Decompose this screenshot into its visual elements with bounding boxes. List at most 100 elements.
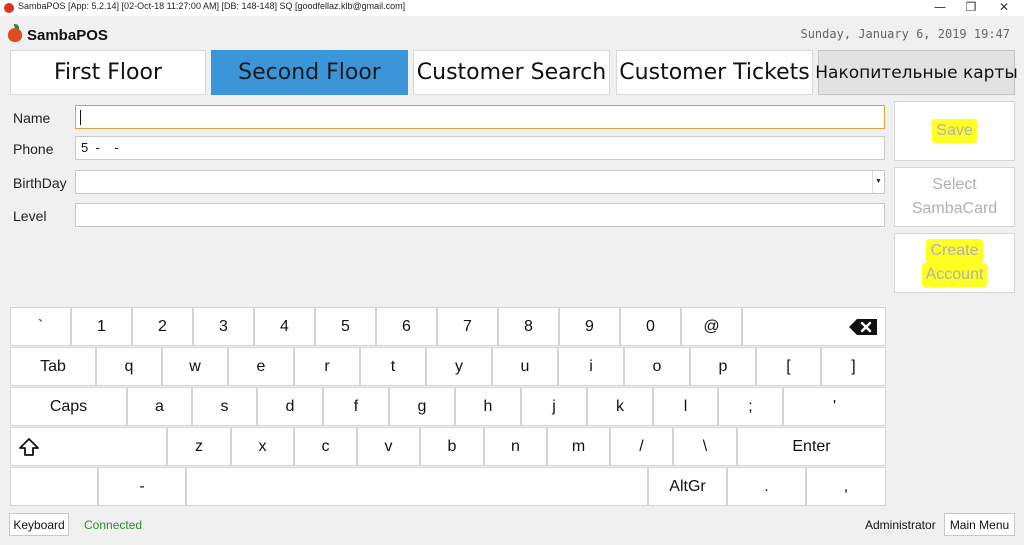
key-t[interactable]: t [360, 347, 426, 386]
name-label: Name [13, 110, 51, 126]
key-altgr[interactable]: AltGr [648, 467, 727, 506]
level-label: Level [13, 208, 47, 224]
keyboard-button[interactable]: Keyboard [9, 513, 69, 536]
key-i[interactable]: i [558, 347, 624, 386]
select-sambacard-line2: SambaCard [911, 200, 998, 217]
key-n[interactable]: n [484, 427, 547, 466]
key-backtick[interactable]: ` [10, 307, 71, 346]
key-j[interactable]: j [521, 387, 587, 426]
connection-status: Connected [84, 518, 143, 532]
dropdown-arrow-icon[interactable]: ▼ [872, 171, 884, 193]
tab-first-floor[interactable]: First Floor [10, 50, 206, 95]
window-titlebar: SambaPOS [App: 5.2.14] [02-Oct-18 11:27:… [0, 0, 1024, 16]
key-at[interactable]: @ [681, 307, 742, 346]
key-backslash[interactable]: \ [673, 427, 737, 466]
key-hyphen[interactable]: - [98, 467, 186, 506]
key-caps[interactable]: Caps [10, 387, 127, 426]
key-c[interactable]: c [294, 427, 357, 466]
tab-second-floor[interactable]: Second Floor [211, 50, 408, 95]
key-v[interactable]: v [357, 427, 420, 466]
key-6[interactable]: 6 [376, 307, 437, 346]
key-4[interactable]: 4 [254, 307, 315, 346]
key-r[interactable]: r [294, 347, 360, 386]
key-right-bracket[interactable]: ] [821, 347, 886, 386]
key-7[interactable]: 7 [437, 307, 498, 346]
key-apostrophe[interactable]: ' [783, 387, 886, 426]
phone-input[interactable]: 5 - - [75, 136, 885, 160]
key-d[interactable]: d [257, 387, 323, 426]
level-input[interactable] [75, 203, 885, 227]
tab-customer-search[interactable]: Customer Search [413, 50, 610, 95]
key-q[interactable]: q [96, 347, 162, 386]
key-slash[interactable]: / [610, 427, 673, 466]
sambapos-logo: SambaPOS [8, 24, 108, 45]
key-x[interactable]: x [231, 427, 294, 466]
key-space[interactable] [186, 467, 648, 506]
key-comma[interactable]: , [806, 467, 886, 506]
key-2[interactable]: 2 [132, 307, 193, 346]
birthday-label: BirthDay [13, 175, 67, 191]
key-p[interactable]: p [690, 347, 756, 386]
key-g[interactable]: g [389, 387, 455, 426]
key-y[interactable]: y [426, 347, 492, 386]
key-s[interactable]: s [192, 387, 257, 426]
key-h[interactable]: h [455, 387, 521, 426]
key-k[interactable]: k [587, 387, 653, 426]
tab-loyalty-cards[interactable]: Накопительные карты [815, 50, 1018, 95]
apple-logo-icon [8, 24, 22, 42]
logo-text: SambaPOS [27, 26, 108, 44]
text-caret [80, 110, 81, 125]
key-enter[interactable]: Enter [737, 427, 886, 466]
keyboard-row-3: Caps a s d f g h j k l ; ' [10, 387, 886, 426]
key-tab[interactable]: Tab [10, 347, 96, 386]
key-a[interactable]: a [127, 387, 192, 426]
keyboard-row-2: Tab q w e r t y u i o p [ ] [10, 347, 886, 386]
header-datetime: Sunday, January 6, 2019 19:47 [800, 27, 1010, 41]
key-3[interactable]: 3 [193, 307, 254, 346]
on-screen-keyboard: ` 1 2 3 4 5 6 7 8 9 0 @ Tab q w e r t y … [10, 307, 886, 506]
key-0[interactable]: 0 [620, 307, 681, 346]
key-8[interactable]: 8 [498, 307, 559, 346]
save-label: Save [932, 119, 977, 143]
key-b[interactable]: b [420, 427, 484, 466]
key-z[interactable]: z [167, 427, 231, 466]
restore-icon[interactable]: ❐ [959, 0, 983, 16]
birthday-dropdown[interactable]: ▼ [75, 170, 885, 194]
app-icon [4, 3, 14, 13]
create-account-line2: Account [921, 263, 988, 287]
keyboard-row-1: ` 1 2 3 4 5 6 7 8 9 0 @ [10, 307, 886, 346]
key-e[interactable]: e [228, 347, 294, 386]
close-icon[interactable]: ✕ [992, 0, 1016, 16]
minimize-icon[interactable]: — [928, 0, 952, 16]
backspace-icon [849, 318, 877, 335]
key-m[interactable]: m [547, 427, 610, 466]
name-input[interactable] [75, 105, 885, 129]
key-semicolon[interactable]: ; [718, 387, 783, 426]
phone-label: Phone [13, 141, 54, 157]
keyboard-row-4: z x c v b n m / \ Enter [10, 427, 886, 466]
keyboard-row-5: - AltGr . , [10, 467, 886, 506]
key-o[interactable]: o [624, 347, 690, 386]
key-5[interactable]: 5 [315, 307, 376, 346]
shift-icon [19, 437, 39, 456]
key-l[interactable]: l [653, 387, 718, 426]
backspace-key[interactable] [742, 307, 886, 346]
key-w[interactable]: w [162, 347, 228, 386]
create-account-button[interactable]: Create Account [894, 233, 1015, 293]
key-9[interactable]: 9 [559, 307, 620, 346]
tab-customer-tickets[interactable]: Customer Tickets [616, 50, 813, 95]
main-menu-button[interactable]: Main Menu [944, 513, 1015, 536]
key-f[interactable]: f [323, 387, 389, 426]
key-1[interactable]: 1 [71, 307, 132, 346]
select-sambacard-button[interactable]: Select SambaCard [894, 167, 1015, 227]
select-sambacard-line1: Select [932, 176, 977, 193]
key-left-bracket[interactable]: [ [756, 347, 821, 386]
key-period[interactable]: . [727, 467, 806, 506]
key-u[interactable]: u [492, 347, 558, 386]
window-title: SambaPOS [App: 5.2.14] [02-Oct-18 11:27:… [18, 1, 406, 11]
current-user: Administrator [865, 518, 936, 532]
key-blank-left[interactable] [10, 467, 98, 506]
save-button[interactable]: Save [894, 101, 1015, 161]
shift-key[interactable] [10, 427, 167, 466]
create-account-line1: Create [926, 239, 983, 263]
